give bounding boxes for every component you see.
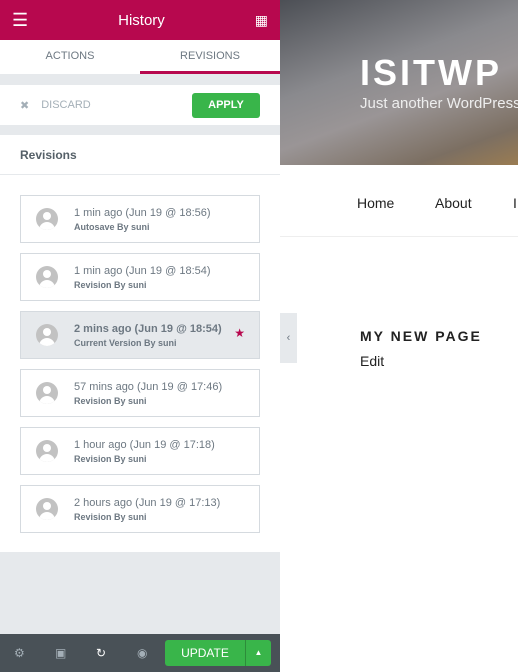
- site-tagline: Just another WordPress: [360, 95, 518, 112]
- nav-more[interactable]: I: [513, 195, 517, 211]
- revision-actions-bar: ✖ DISCARD APPLY: [0, 85, 280, 125]
- avatar: [36, 382, 58, 404]
- revision-author: Revision By suni: [74, 395, 147, 406]
- editor-panel: ☰ History ▦ ACTIONS REVISIONS ✖ DISCARD A…: [0, 0, 280, 672]
- update-button-group: UPDATE ▲: [165, 640, 271, 666]
- revisions-heading: Revisions: [0, 135, 280, 175]
- avatar: [36, 324, 58, 346]
- discard-label: DISCARD: [41, 99, 91, 111]
- revision-date: 2 mins ago (Jun 19 @ 18:54): [74, 322, 222, 335]
- history-icon[interactable]: ↻: [96, 646, 137, 660]
- gear-icon[interactable]: ⚙: [14, 646, 55, 660]
- star-icon: ★: [234, 326, 245, 340]
- revision-date: 57 mins ago (Jun 19 @ 17:46): [74, 380, 223, 393]
- site-nav: Home About I: [280, 165, 518, 237]
- revision-item[interactable]: 1 hour ago (Jun 19 @ 17:18) Revision By s…: [20, 427, 260, 475]
- nav-home[interactable]: Home: [357, 195, 394, 211]
- revision-date: 1 hour ago (Jun 19 @ 17:18): [74, 438, 215, 451]
- revisions-card: Revisions 1 min ago (Jun 19 @ 18:56) Auto…: [0, 135, 280, 552]
- revision-author: Revision By suni: [74, 511, 147, 522]
- site-preview: ISITWP Just another WordPress Home About…: [280, 0, 518, 672]
- panel-footer: ⚙ ▣ ↻ ◉ UPDATE ▲: [0, 634, 280, 672]
- revision-author: Autosave By suni: [74, 221, 150, 232]
- tab-revisions[interactable]: REVISIONS: [140, 40, 280, 74]
- edit-link[interactable]: Edit: [360, 353, 384, 369]
- close-icon: ✖: [20, 99, 30, 112]
- revision-item[interactable]: 2 hours ago (Jun 19 @ 17:13) Revision By …: [20, 485, 260, 533]
- revision-date: 1 min ago (Jun 19 @ 18:54): [74, 264, 211, 277]
- discard-button[interactable]: ✖ DISCARD: [20, 99, 91, 112]
- revision-author: Revision By suni: [74, 279, 147, 290]
- history-tabs: ACTIONS REVISIONS: [0, 40, 280, 74]
- page-title: MY NEW PAGE: [360, 328, 482, 344]
- avatar: [36, 498, 58, 520]
- tab-actions[interactable]: ACTIONS: [0, 40, 140, 74]
- avatar: [36, 266, 58, 288]
- avatar: [36, 208, 58, 230]
- panel-header: ☰ History ▦: [0, 0, 280, 40]
- desktop-icon[interactable]: ▣: [55, 646, 96, 660]
- widgets-grid-icon[interactable]: ▦: [255, 12, 268, 29]
- collapse-panel-button[interactable]: ‹: [280, 313, 297, 363]
- revision-item[interactable]: 2 mins ago (Jun 19 @ 18:54) Current Versi…: [20, 311, 260, 359]
- site-header-image: ISITWP Just another WordPress: [280, 0, 518, 165]
- revision-item[interactable]: 1 min ago (Jun 19 @ 18:54) Revision By su…: [20, 253, 260, 301]
- chevron-left-icon: ‹: [286, 332, 291, 344]
- avatar: [36, 440, 58, 462]
- revision-date: 2 hours ago (Jun 19 @ 17:13): [74, 496, 221, 509]
- revision-date: 1 min ago (Jun 19 @ 18:56): [74, 206, 211, 219]
- hamburger-menu-icon[interactable]: ☰: [12, 10, 28, 31]
- site-title[interactable]: ISITWP: [360, 52, 502, 94]
- apply-button[interactable]: APPLY: [192, 92, 260, 118]
- panel-title: History: [118, 11, 165, 29]
- revision-author: Current Version By suni: [74, 337, 177, 348]
- nav-about[interactable]: About: [435, 195, 472, 211]
- revision-item[interactable]: 57 mins ago (Jun 19 @ 17:46) Revision By …: [20, 369, 260, 417]
- update-button[interactable]: UPDATE: [165, 640, 245, 666]
- revision-item[interactable]: 1 min ago (Jun 19 @ 18:56) Autosave By su…: [20, 195, 260, 243]
- caret-up-icon[interactable]: ▲: [245, 640, 271, 666]
- revision-author: Revision By suni: [74, 453, 147, 464]
